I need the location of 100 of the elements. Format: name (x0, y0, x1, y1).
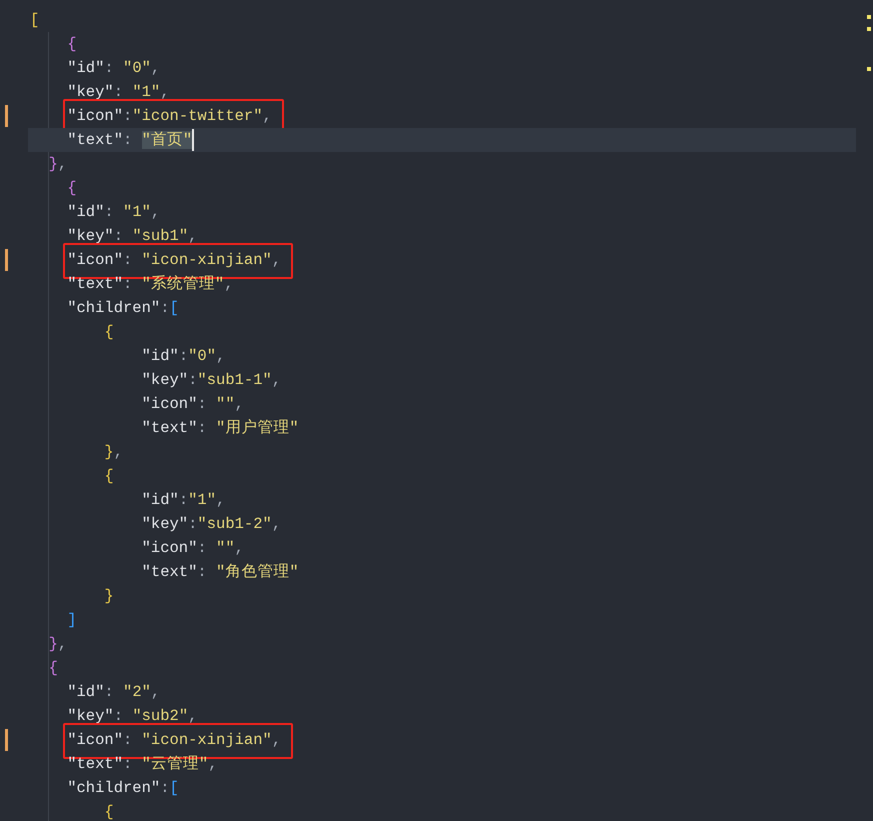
string-value: "sub1-1" (197, 371, 272, 389)
bracket: { (48, 659, 58, 677)
string-value: "角色管理" (216, 563, 299, 581)
punctuation: , (58, 635, 68, 653)
json-key: "id" (67, 683, 104, 701)
string-value: "1" (123, 203, 151, 221)
punctuation: , (272, 371, 282, 389)
bracket: [ (170, 299, 179, 317)
punctuation: , (216, 347, 226, 365)
ruler-marker (867, 15, 871, 19)
string-value: "icon-xinjian" (142, 251, 272, 269)
punctuation: , (150, 203, 160, 221)
punctuation: : (197, 539, 208, 557)
json-key: "key" (67, 227, 114, 245)
string-value: "用户管理" (216, 419, 299, 437)
json-key: "children" (67, 299, 160, 317)
string-value: "1" (188, 491, 216, 509)
punctuation: , (216, 491, 226, 509)
punctuation: , (234, 395, 244, 413)
string-value: "0" (188, 347, 216, 365)
json-key: "text" (142, 419, 198, 437)
bracket: } (104, 587, 114, 605)
punctuation: : (114, 707, 124, 725)
ruler-marker (867, 67, 871, 71)
punctuation: , (262, 107, 272, 125)
punctuation: , (114, 443, 124, 461)
punctuation: : (104, 203, 115, 221)
punctuation: : (197, 419, 208, 437)
bracket: } (48, 635, 58, 653)
punctuation: , (272, 515, 282, 533)
json-key: "id" (67, 59, 104, 77)
punctuation: : (114, 227, 124, 245)
punctuation: : (104, 59, 115, 77)
json-key: "text" (67, 131, 123, 149)
string-value: "sub1" (132, 227, 188, 245)
bracket: { (104, 467, 114, 485)
punctuation: , (208, 755, 218, 773)
json-key: "icon" (67, 731, 123, 749)
string-value: "0" (123, 59, 151, 77)
punctuation: , (234, 539, 244, 557)
string-value: "" (216, 395, 235, 413)
json-key: "icon" (142, 395, 198, 413)
json-key: "icon" (67, 251, 123, 269)
json-key: "text" (67, 755, 123, 773)
punctuation: : (197, 563, 208, 581)
string-value: "2" (123, 683, 151, 701)
punctuation: : (188, 371, 198, 389)
string-value: "sub1-2" (197, 515, 272, 533)
json-key: "children" (67, 779, 160, 797)
punctuation: , (150, 59, 160, 77)
string-value: "icon-twitter" (132, 107, 263, 125)
bracket: { (104, 323, 114, 341)
punctuation: , (58, 155, 68, 173)
json-key: "key" (67, 707, 114, 725)
punctuation: : (114, 83, 124, 101)
bracket: { (67, 35, 76, 53)
punctuation: : (123, 755, 134, 773)
punctuation: : (160, 299, 170, 317)
string-value: "" (216, 539, 235, 557)
bracket: { (104, 803, 114, 821)
json-key: "icon" (67, 107, 123, 125)
punctuation: : (197, 395, 208, 413)
bracket: [ (30, 11, 40, 29)
punctuation: : (123, 251, 134, 269)
punctuation: : (178, 491, 188, 509)
ruler-marker (867, 27, 871, 31)
punctuation: : (123, 275, 134, 293)
punctuation: , (272, 251, 282, 269)
punctuation: : (104, 683, 115, 701)
bracket: { (67, 179, 76, 197)
punctuation: : (123, 107, 132, 125)
json-key: "id" (67, 203, 104, 221)
punctuation: : (188, 515, 198, 533)
punctuation: : (160, 779, 170, 797)
punctuation: , (188, 227, 198, 245)
punctuation: : (123, 131, 134, 149)
punctuation: , (224, 275, 234, 293)
string-value: "sub2" (132, 707, 188, 725)
punctuation: , (188, 707, 198, 725)
json-key: "id" (142, 347, 179, 365)
string-value: "icon-xinjian" (142, 731, 272, 749)
string-value: "系统管理" (142, 275, 224, 293)
bracket: } (104, 443, 114, 461)
bracket: [ (170, 779, 179, 797)
bracket: ] (67, 611, 76, 629)
punctuation: : (178, 347, 188, 365)
string-value: "云管理" (142, 755, 208, 773)
string-value: "首页" (142, 131, 192, 149)
json-key: "key" (67, 83, 114, 101)
json-key: "text" (142, 563, 198, 581)
punctuation: , (160, 83, 170, 101)
punctuation: , (150, 683, 160, 701)
json-key: "text" (67, 275, 123, 293)
json-key: "key" (142, 371, 188, 389)
json-key: "id" (142, 491, 179, 509)
punctuation: , (272, 731, 282, 749)
string-value: "1" (132, 83, 160, 101)
json-key: "icon" (142, 539, 198, 557)
json-key: "key" (142, 515, 188, 533)
punctuation: : (123, 731, 134, 749)
